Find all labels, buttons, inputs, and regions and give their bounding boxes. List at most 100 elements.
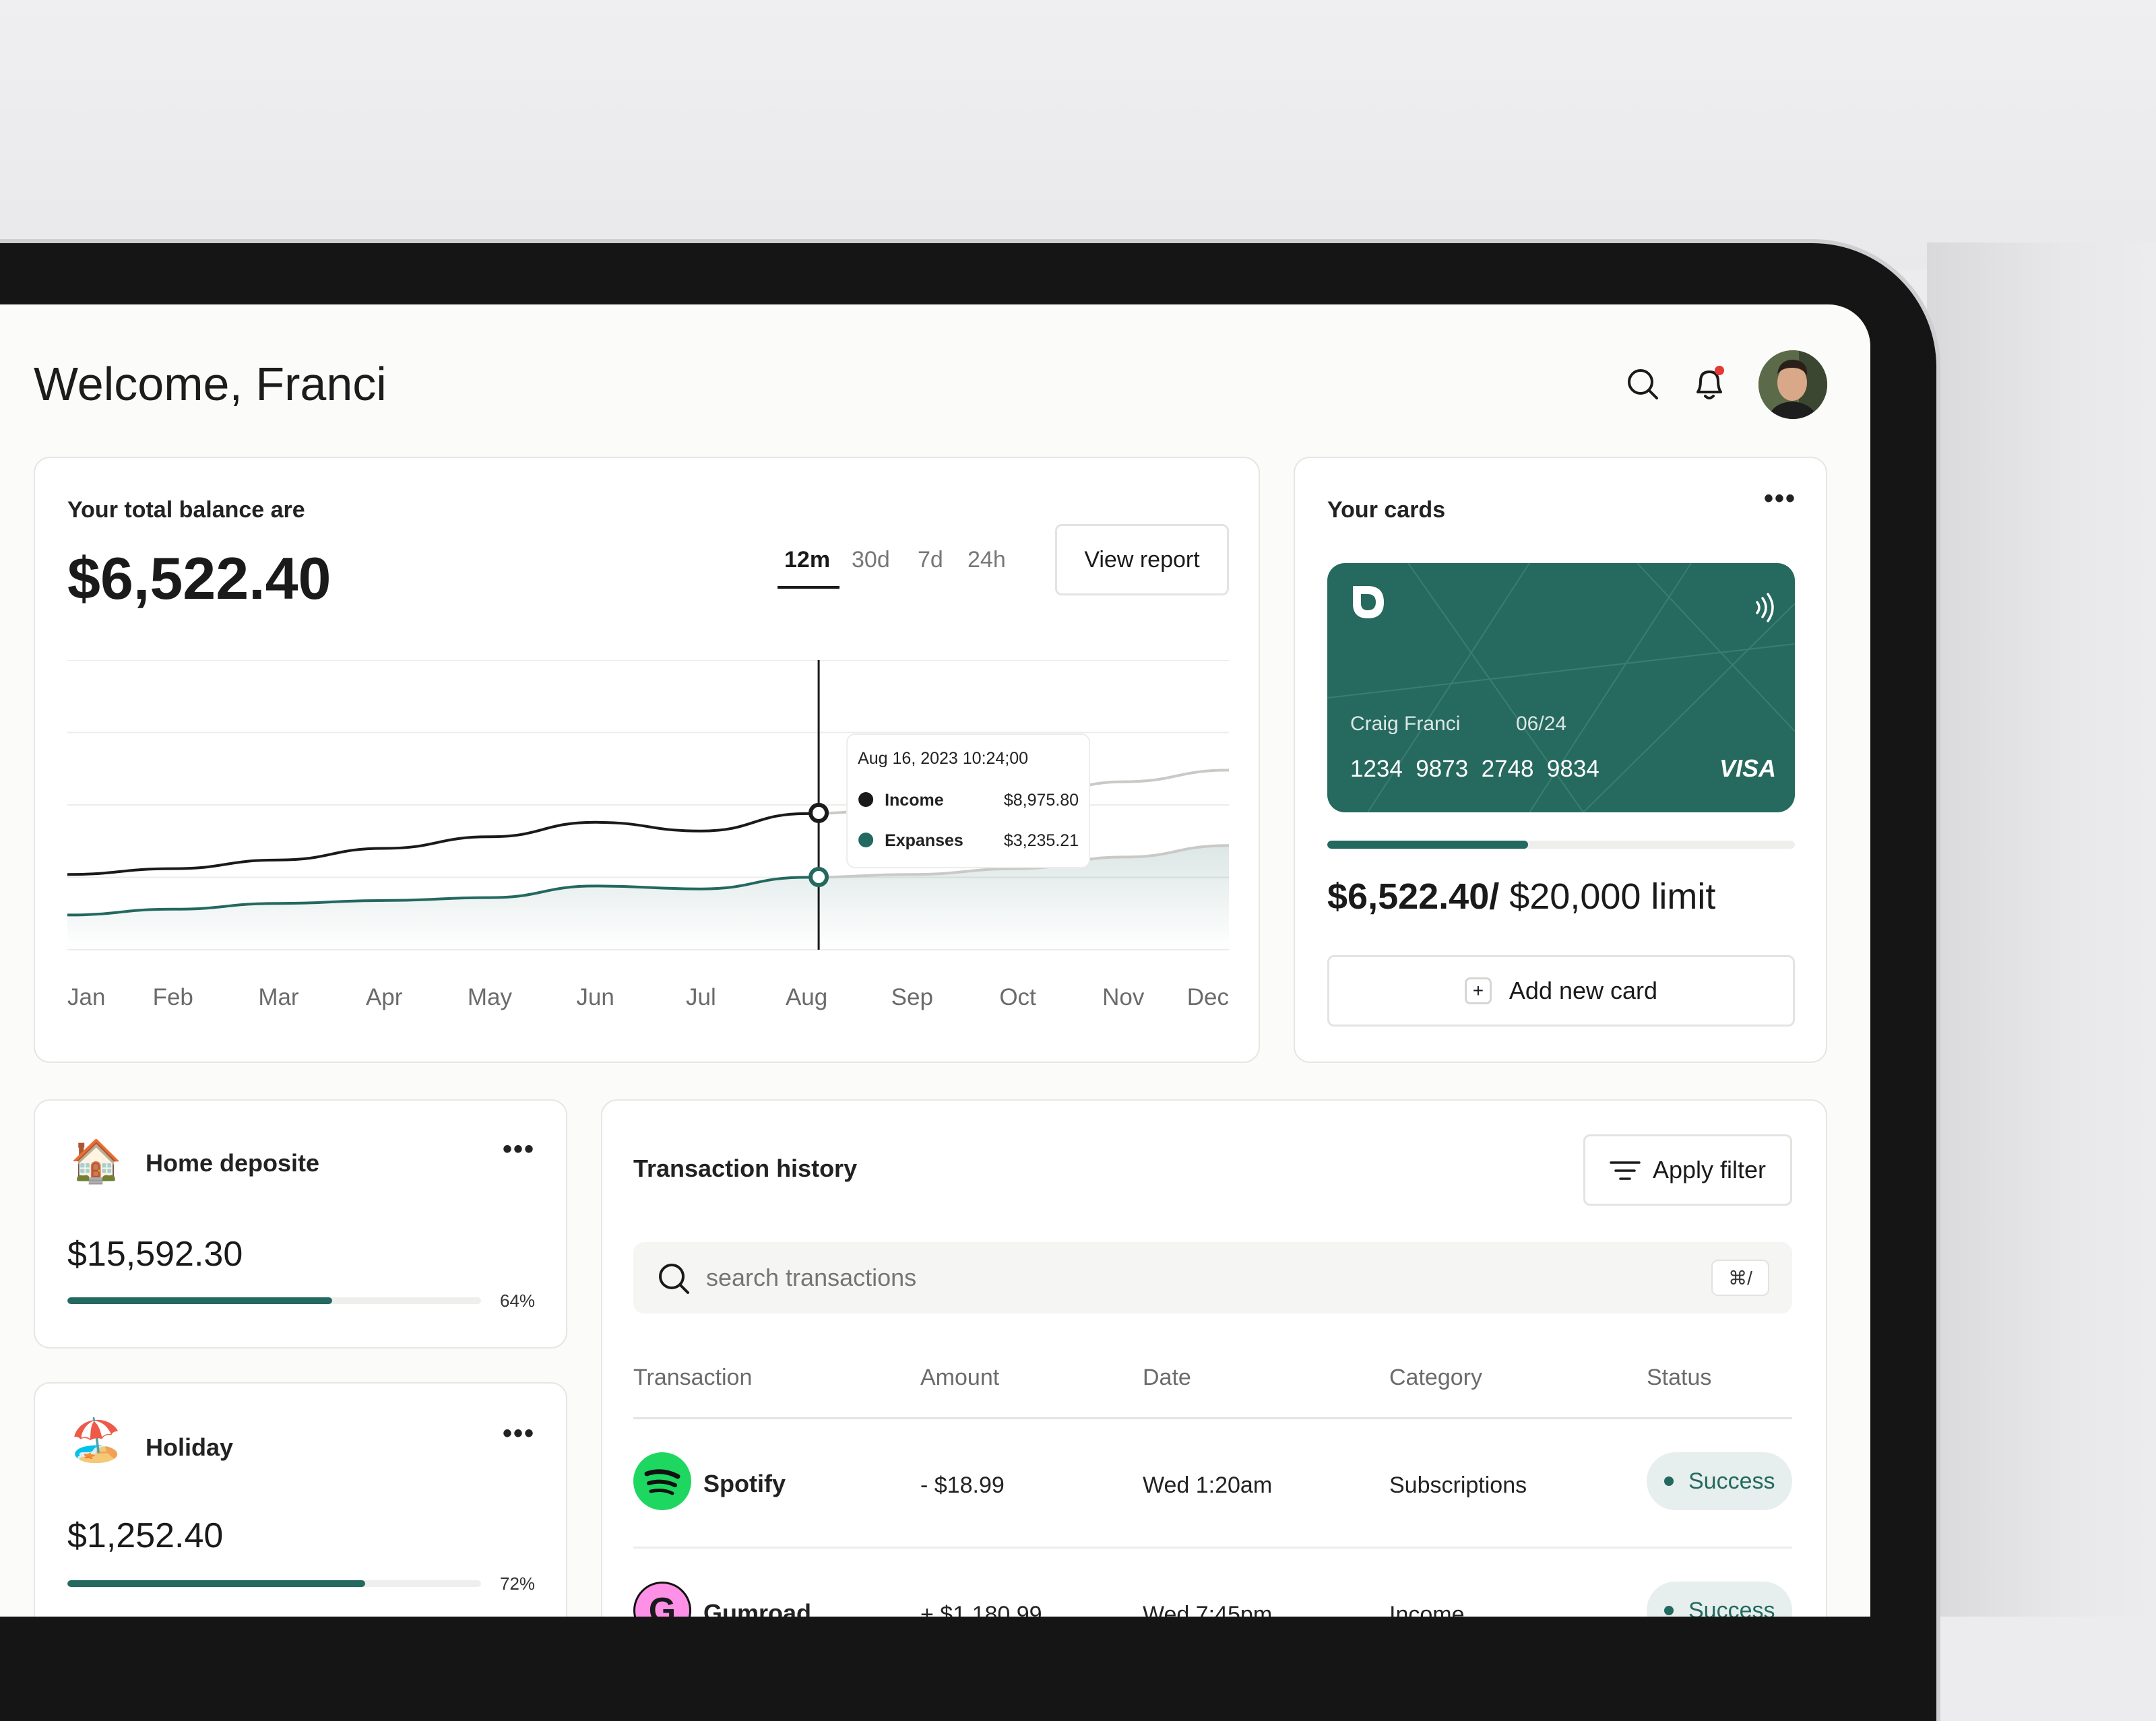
apply-filter-button[interactable]: Apply filter [1583, 1134, 1792, 1206]
transaction-category: Income [1389, 1602, 1465, 1617]
spotify-logo-icon [633, 1452, 691, 1510]
goal-amount: $15,592.30 [67, 1235, 243, 1274]
more-options-icon[interactable]: ••• [1764, 485, 1796, 512]
x-tick-label: May [468, 984, 513, 1010]
balance-card: Your total balance are $6,522.40 12m 30d… [34, 457, 1260, 1063]
x-tick-label: Aug [786, 984, 827, 1010]
x-tick-label: Sep [891, 984, 933, 1010]
balance-chart: Aug 16, 2023 10:24;00 Income $8,975.80 Expa… [67, 660, 1229, 1010]
transaction-name: Gumroad [703, 1599, 812, 1617]
status-dot [1664, 1476, 1674, 1486]
table-row[interactable]: G Gumroad + $1,180.99 Wed 7:45pm Income … [602, 1548, 1829, 1617]
card-holder: Craig Franci [1350, 713, 1461, 735]
x-tick-label: Dec [1187, 984, 1229, 1010]
point-marker-expanses [808, 867, 829, 888]
avatar[interactable] [1758, 350, 1827, 419]
status-badge: Success [1647, 1452, 1792, 1510]
column-header-category[interactable]: Category [1389, 1365, 1482, 1391]
limit-used: $6,522.40/ [1327, 876, 1500, 917]
status-dot [1664, 1606, 1674, 1615]
goal-progress-fill [67, 1580, 366, 1587]
goal-progress-bar [67, 1297, 481, 1304]
transaction-amount: - $18.99 [920, 1472, 1005, 1498]
column-header-date[interactable]: Date [1143, 1365, 1191, 1391]
add-card-button[interactable]: + Add new card [1327, 955, 1795, 1027]
transaction-amount: + $1,180.99 [920, 1602, 1042, 1617]
add-card-label: Add new card [1509, 977, 1658, 1004]
column-header-transaction[interactable]: Transaction [633, 1365, 752, 1391]
card-limit-fill [1327, 841, 1529, 849]
card-number: 1234 9873 2748 9834 [1350, 756, 1599, 782]
tooltip-value: $8,975.80 [1004, 791, 1079, 810]
column-header-status[interactable]: Status [1647, 1365, 1711, 1391]
card-logo-icon [1348, 582, 1388, 622]
app-screen: Welcome, Franci Your total balance are $… [0, 304, 1870, 1617]
transaction-category: Subscriptions [1389, 1472, 1527, 1498]
apply-filter-label: Apply filter [1652, 1156, 1767, 1183]
plus-icon: + [1464, 977, 1492, 1004]
x-tick-label: Apr [366, 984, 403, 1010]
x-tick-label: Jan [67, 984, 105, 1010]
point-marker-income [808, 802, 829, 823]
goal-percent: 64% [500, 1291, 536, 1311]
beach-umbrella-icon: 🏖️ [70, 1417, 123, 1464]
balance-amount: $6,522.40 [67, 545, 331, 612]
tooltip-value: $3,235.21 [1004, 831, 1079, 850]
search-icon[interactable] [1625, 366, 1660, 401]
transaction-date: Wed 1:20am [1143, 1472, 1273, 1498]
cards-panel: Your cards ••• Craig Franci 06/24 1234 9… [1294, 457, 1827, 1063]
x-tick-label: Nov [1102, 984, 1145, 1010]
goal-progress-bar [67, 1580, 481, 1587]
transaction-name: Spotify [703, 1470, 786, 1497]
status-label: Success [1688, 1597, 1775, 1617]
more-options-icon[interactable]: ••• [503, 1136, 535, 1163]
x-tick-label: Oct [999, 984, 1036, 1010]
card-limit-text: $6,522.40/ $20,000 limit [1327, 876, 1715, 917]
tooltip-label: Expanses [885, 831, 963, 850]
x-tick-label: Jul [686, 984, 716, 1010]
goal-card-home[interactable]: 🏠 Home deposite ••• $15,592.30 64% [34, 1099, 567, 1349]
tooltip-date: Aug 16, 2023 10:24;00 [858, 749, 1028, 768]
range-tab-24h[interactable]: 24h [968, 547, 1006, 573]
search-icon [656, 1261, 691, 1296]
cards-title: Your cards [1327, 497, 1446, 523]
range-tab-30d[interactable]: 30d [852, 547, 890, 573]
card-brand: VISA [1719, 754, 1777, 782]
background [0, 0, 2156, 269]
page-title: Welcome, Franci [34, 358, 387, 410]
filter-icon [1610, 1159, 1641, 1181]
x-tick-label: Mar [258, 984, 299, 1010]
goal-progress-fill [67, 1297, 332, 1304]
device-shadow [1927, 242, 2156, 1617]
x-tick-label: Jun [576, 984, 614, 1010]
goal-title: Home deposite [146, 1149, 320, 1177]
bell-icon[interactable] [1691, 365, 1727, 403]
x-tick-label: Feb [153, 984, 193, 1010]
table-row[interactable]: Spotify - $18.99 Wed 1:20am Subscription… [602, 1419, 1829, 1547]
more-options-icon[interactable]: ••• [503, 1420, 535, 1447]
tooltip-dot [858, 792, 874, 807]
transaction-date: Wed 7:45pm [1143, 1602, 1273, 1617]
contactless-icon [1754, 593, 1775, 622]
goal-percent: 72% [500, 1573, 536, 1594]
range-tab-12m[interactable]: 12m [784, 547, 830, 573]
transactions-panel: Transaction history Apply filter ⌘/ Tran… [601, 1099, 1827, 1617]
house-icon: 🏠 [70, 1138, 123, 1185]
view-report-button[interactable]: View report [1055, 524, 1229, 595]
range-tab-7d[interactable]: 7d [918, 547, 943, 573]
active-tab-underline [778, 586, 839, 589]
card-expiry: 06/24 [1516, 713, 1567, 735]
credit-card[interactable]: Craig Franci 06/24 1234 9873 2748 9834 V… [1327, 563, 1795, 812]
column-header-amount[interactable]: Amount [920, 1365, 999, 1391]
limit-total: $20,000 limit [1499, 876, 1716, 917]
goal-amount: $1,252.40 [67, 1516, 224, 1555]
search-input[interactable] [705, 1258, 1648, 1297]
goal-title: Holiday [146, 1433, 234, 1461]
gumroad-logo-icon: G [633, 1582, 691, 1617]
transactions-title: Transaction history [633, 1155, 858, 1182]
shortcut-badge: ⌘/ [1711, 1260, 1769, 1296]
balance-label: Your total balance are [67, 497, 305, 523]
status-badge: Success [1647, 1582, 1792, 1617]
goal-card-holiday[interactable]: 🏖️ Holiday ••• $1,252.40 72% [34, 1382, 567, 1617]
search-bar[interactable]: ⌘/ [633, 1242, 1792, 1313]
